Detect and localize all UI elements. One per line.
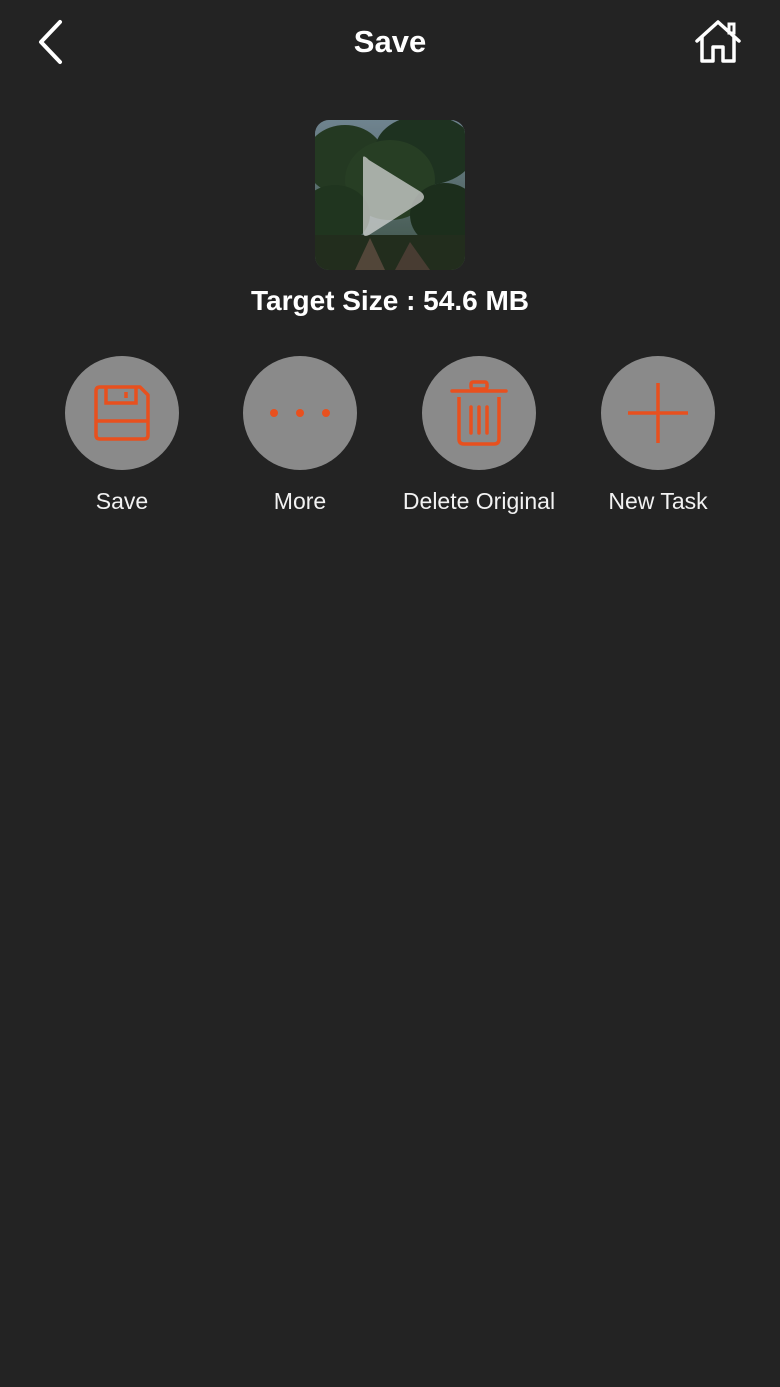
home-button[interactable] <box>688 14 748 70</box>
plus-icon <box>628 383 688 443</box>
new-task-button[interactable]: New Task <box>568 356 748 516</box>
more-button-circle[interactable] <box>243 356 357 470</box>
save-button-circle[interactable] <box>65 356 179 470</box>
more-button[interactable]: More <box>210 356 390 516</box>
action-buttons: Save More Delete Original New Task <box>0 356 780 526</box>
video-thumbnail-image <box>315 120 465 270</box>
navigation-bar: Save <box>0 0 780 84</box>
trash-icon <box>450 380 508 446</box>
more-dots-icon <box>270 409 330 417</box>
delete-original-button[interactable]: Delete Original <box>389 356 569 516</box>
more-button-label: More <box>273 488 327 514</box>
page-title: Save <box>353 24 427 59</box>
save-button-label: Save <box>95 488 149 514</box>
save-button[interactable]: Save <box>32 356 212 516</box>
new-task-button-label: New Task <box>608 488 708 514</box>
video-thumbnail[interactable] <box>315 120 465 270</box>
delete-original-button-label: Delete Original <box>402 488 556 514</box>
new-task-button-circle[interactable] <box>601 356 715 470</box>
target-size-label: Target Size : 54.6 MB <box>250 285 529 316</box>
delete-original-button-circle[interactable] <box>422 356 536 470</box>
floppy-disk-icon <box>94 385 150 441</box>
home-icon <box>695 20 741 63</box>
